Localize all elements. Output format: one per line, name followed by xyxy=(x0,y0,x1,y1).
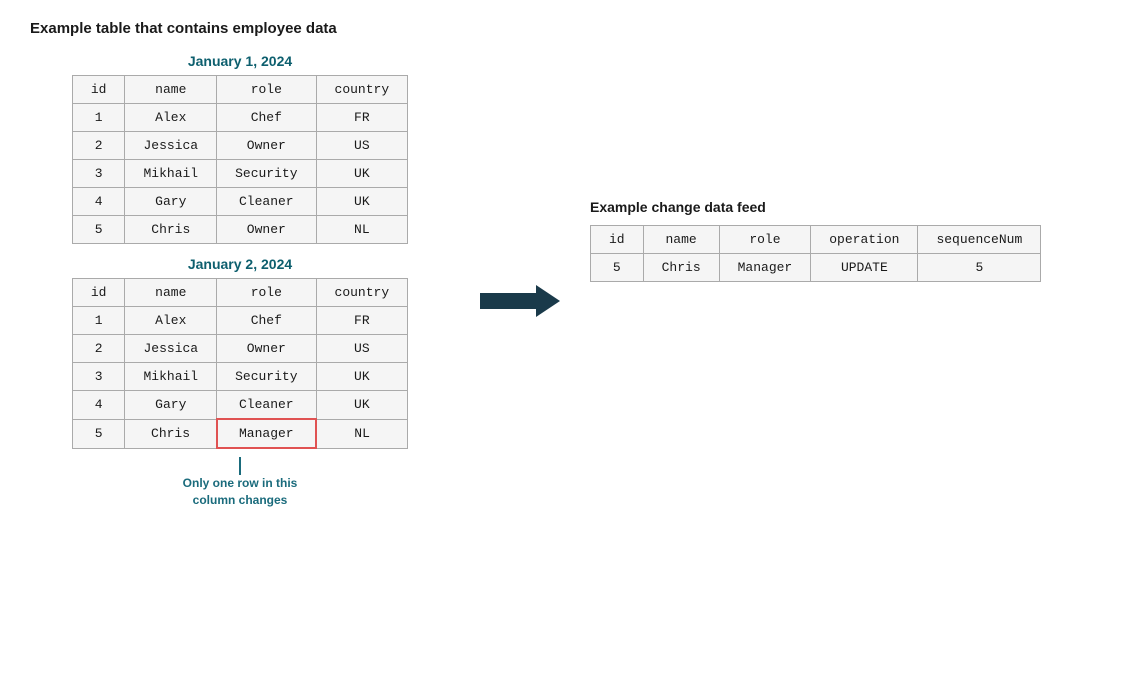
cell-id: 2 xyxy=(72,335,125,363)
table-header-name: name xyxy=(125,76,217,104)
cell-role: Owner xyxy=(217,132,316,160)
cell-name: Chris xyxy=(125,419,217,448)
table-header-country: country xyxy=(316,76,408,104)
annotation-arrow xyxy=(239,457,241,475)
table2: id name role country 1 Alex Chef FR xyxy=(72,278,408,449)
cdc-title: Example change data feed xyxy=(590,199,766,215)
cell-name: Chris xyxy=(125,216,217,244)
table-row: 5 Chris Owner NL xyxy=(72,216,407,244)
table-row: id name role operation sequenceNum xyxy=(591,226,1041,254)
cell-role: Cleaner xyxy=(217,188,316,216)
cell-role-highlighted: Manager xyxy=(217,419,316,448)
cell-country: UK xyxy=(316,391,408,420)
cell-role: Security xyxy=(217,160,316,188)
table-row: 4 Gary Cleaner UK xyxy=(72,188,407,216)
left-section: January 1, 2024 id name role country 1 A… xyxy=(30,53,450,509)
cell-name: Jessica xyxy=(125,132,217,160)
cell-id: 2 xyxy=(72,132,125,160)
table-row: id name role country xyxy=(72,76,407,104)
cdc-table: id name role operation sequenceNum 5 Chr… xyxy=(590,225,1041,282)
table-row: id name role country xyxy=(72,279,407,307)
table2-title: January 2, 2024 xyxy=(188,256,292,272)
cell-id: 1 xyxy=(72,104,125,132)
cdc-header-name: name xyxy=(643,226,719,254)
arrow-section xyxy=(470,241,570,321)
table-row: 2 Jessica Owner US xyxy=(72,132,407,160)
cell-name: Alex xyxy=(125,104,217,132)
table-row: 1 Alex Chef FR xyxy=(72,104,407,132)
cell-country: UK xyxy=(316,363,408,391)
table-row: 1 Alex Chef FR xyxy=(72,307,407,335)
cell-id: 3 xyxy=(72,363,125,391)
table-header-role: role xyxy=(217,279,316,307)
cdc-cell-operation: UPDATE xyxy=(811,254,918,282)
cell-role: Security xyxy=(217,363,316,391)
content-area: January 1, 2024 id name role country 1 A… xyxy=(30,53,1111,509)
cdc-header-sequencenum: sequenceNum xyxy=(918,226,1041,254)
cell-name: Alex xyxy=(125,307,217,335)
cell-id: 5 xyxy=(72,216,125,244)
cdc-cell-id: 5 xyxy=(591,254,644,282)
table-header-id: id xyxy=(72,279,125,307)
page-container: Example table that contains employee dat… xyxy=(0,0,1141,529)
table-row: 3 Mikhail Security UK xyxy=(72,160,407,188)
cell-id: 3 xyxy=(72,160,125,188)
cdc-header-role: role xyxy=(719,226,811,254)
cell-name: Mikhail xyxy=(125,160,217,188)
annotation-area: Only one row in this column changes xyxy=(170,457,310,509)
cell-role: Chef xyxy=(217,307,316,335)
main-title: Example table that contains employee dat… xyxy=(30,20,1111,37)
table1-title: January 1, 2024 xyxy=(188,53,292,69)
table-header-country: country xyxy=(316,279,408,307)
right-arrow-icon xyxy=(480,281,560,321)
right-section: Example change data feed id name role op… xyxy=(590,199,1041,282)
cell-country: US xyxy=(316,132,408,160)
cell-role: Owner xyxy=(217,216,316,244)
cell-country: FR xyxy=(316,307,408,335)
cdc-cell-role: Manager xyxy=(719,254,811,282)
cell-country: UK xyxy=(316,160,408,188)
cell-country: NL xyxy=(316,216,408,244)
cell-country: US xyxy=(316,335,408,363)
cell-id: 4 xyxy=(72,188,125,216)
cell-name: Gary xyxy=(125,188,217,216)
table-header-name: name xyxy=(125,279,217,307)
cdc-cell-sequencenum: 5 xyxy=(918,254,1041,282)
cell-id: 4 xyxy=(72,391,125,420)
cell-role: Owner xyxy=(217,335,316,363)
table1-group: January 1, 2024 id name role country 1 A… xyxy=(30,53,450,244)
cell-id: 5 xyxy=(72,419,125,448)
table2-group: January 2, 2024 id name role country 1 A… xyxy=(30,256,450,509)
cdc-header-operation: operation xyxy=(811,226,918,254)
cell-country: NL xyxy=(316,419,408,448)
cell-name: Jessica xyxy=(125,335,217,363)
cdc-header-id: id xyxy=(591,226,644,254)
cell-country: UK xyxy=(316,188,408,216)
table-row: 3 Mikhail Security UK xyxy=(72,363,407,391)
cell-name: Mikhail xyxy=(125,363,217,391)
cell-name: Gary xyxy=(125,391,217,420)
table-row: 2 Jessica Owner US xyxy=(72,335,407,363)
cell-country: FR xyxy=(316,104,408,132)
table1: id name role country 1 Alex Chef FR xyxy=(72,75,408,244)
table-header-id: id xyxy=(72,76,125,104)
table-row: 4 Gary Cleaner UK xyxy=(72,391,407,420)
table-row: 5 Chris Manager UPDATE 5 xyxy=(591,254,1041,282)
cell-role: Cleaner xyxy=(217,391,316,420)
cell-id: 1 xyxy=(72,307,125,335)
cell-role: Chef xyxy=(217,104,316,132)
cdc-cell-name: Chris xyxy=(643,254,719,282)
table-row: 5 Chris Manager NL xyxy=(72,419,407,448)
table-header-role: role xyxy=(217,76,316,104)
annotation-text: Only one row in this column changes xyxy=(170,475,310,509)
